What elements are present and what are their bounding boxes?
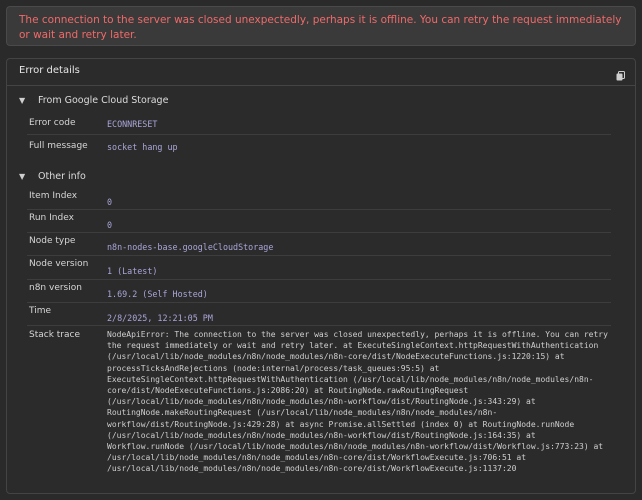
- row-value: 2/8/2025, 12:21:05 PM: [107, 313, 213, 323]
- error-details-panel: Error details ▼ From Google Cloud Storag…: [6, 58, 636, 494]
- section-gcs-toggle[interactable]: ▼ From Google Cloud Storage: [7, 90, 635, 112]
- section-other-toggle[interactable]: ▼ Other info: [7, 166, 635, 188]
- row-value: 1.69.2 (Self Hosted): [107, 289, 208, 299]
- row-value: ECONNRESET: [107, 119, 158, 129]
- row-label: Node type: [29, 236, 76, 246]
- row-label: Item Index: [29, 191, 78, 201]
- table-row: Full message socket hang up: [27, 135, 611, 158]
- row-label: Stack trace: [29, 330, 81, 340]
- error-banner-message: The connection to the server was closed …: [19, 14, 622, 41]
- row-value: socket hang up: [107, 142, 178, 152]
- row-label: Time: [29, 306, 52, 316]
- row-label: Full message: [29, 141, 88, 151]
- panel-header: Error details: [7, 59, 635, 86]
- row-label: n8n version: [29, 283, 82, 293]
- section-gcs-title: From Google Cloud Storage: [38, 95, 169, 106]
- row-label: Run Index: [29, 213, 74, 223]
- section-other: ▼ Other info Item Index 0 Run Index 0 No…: [7, 166, 635, 475]
- chevron-down-icon: ▼: [19, 172, 26, 181]
- row-value: 0: [107, 220, 113, 230]
- table-row: Stack trace NodeApiError: The connection…: [27, 326, 611, 475]
- chevron-down-icon: ▼: [19, 96, 26, 105]
- row-value: n8n-nodes-base.googleCloudStorage: [107, 242, 274, 252]
- stack-trace: NodeApiError: The connection to the serv…: [107, 330, 608, 474]
- section-gcs: ▼ From Google Cloud Storage Error code E…: [7, 90, 635, 158]
- row-value: 1 (Latest): [107, 266, 158, 276]
- table-row: Item Index 0: [27, 188, 611, 210]
- panel-title: Error details: [19, 65, 80, 76]
- table-row: Run Index 0: [27, 210, 611, 233]
- table-row: Node type n8n-nodes-base.googleCloudStor…: [27, 233, 611, 256]
- table-row: Node version 1 (Latest): [27, 256, 611, 280]
- row-value: 0: [107, 197, 113, 207]
- row-label: Node version: [29, 259, 89, 269]
- table-row: n8n version 1.69.2 (Self Hosted): [27, 280, 611, 303]
- row-label: Error code: [29, 118, 76, 128]
- table-row: Error code ECONNRESET: [27, 112, 611, 135]
- copy-icon[interactable]: [616, 67, 625, 81]
- error-banner: The connection to the server was closed …: [6, 6, 636, 46]
- section-other-title: Other info: [38, 171, 86, 182]
- table-row: Time 2/8/2025, 12:21:05 PM: [27, 303, 611, 326]
